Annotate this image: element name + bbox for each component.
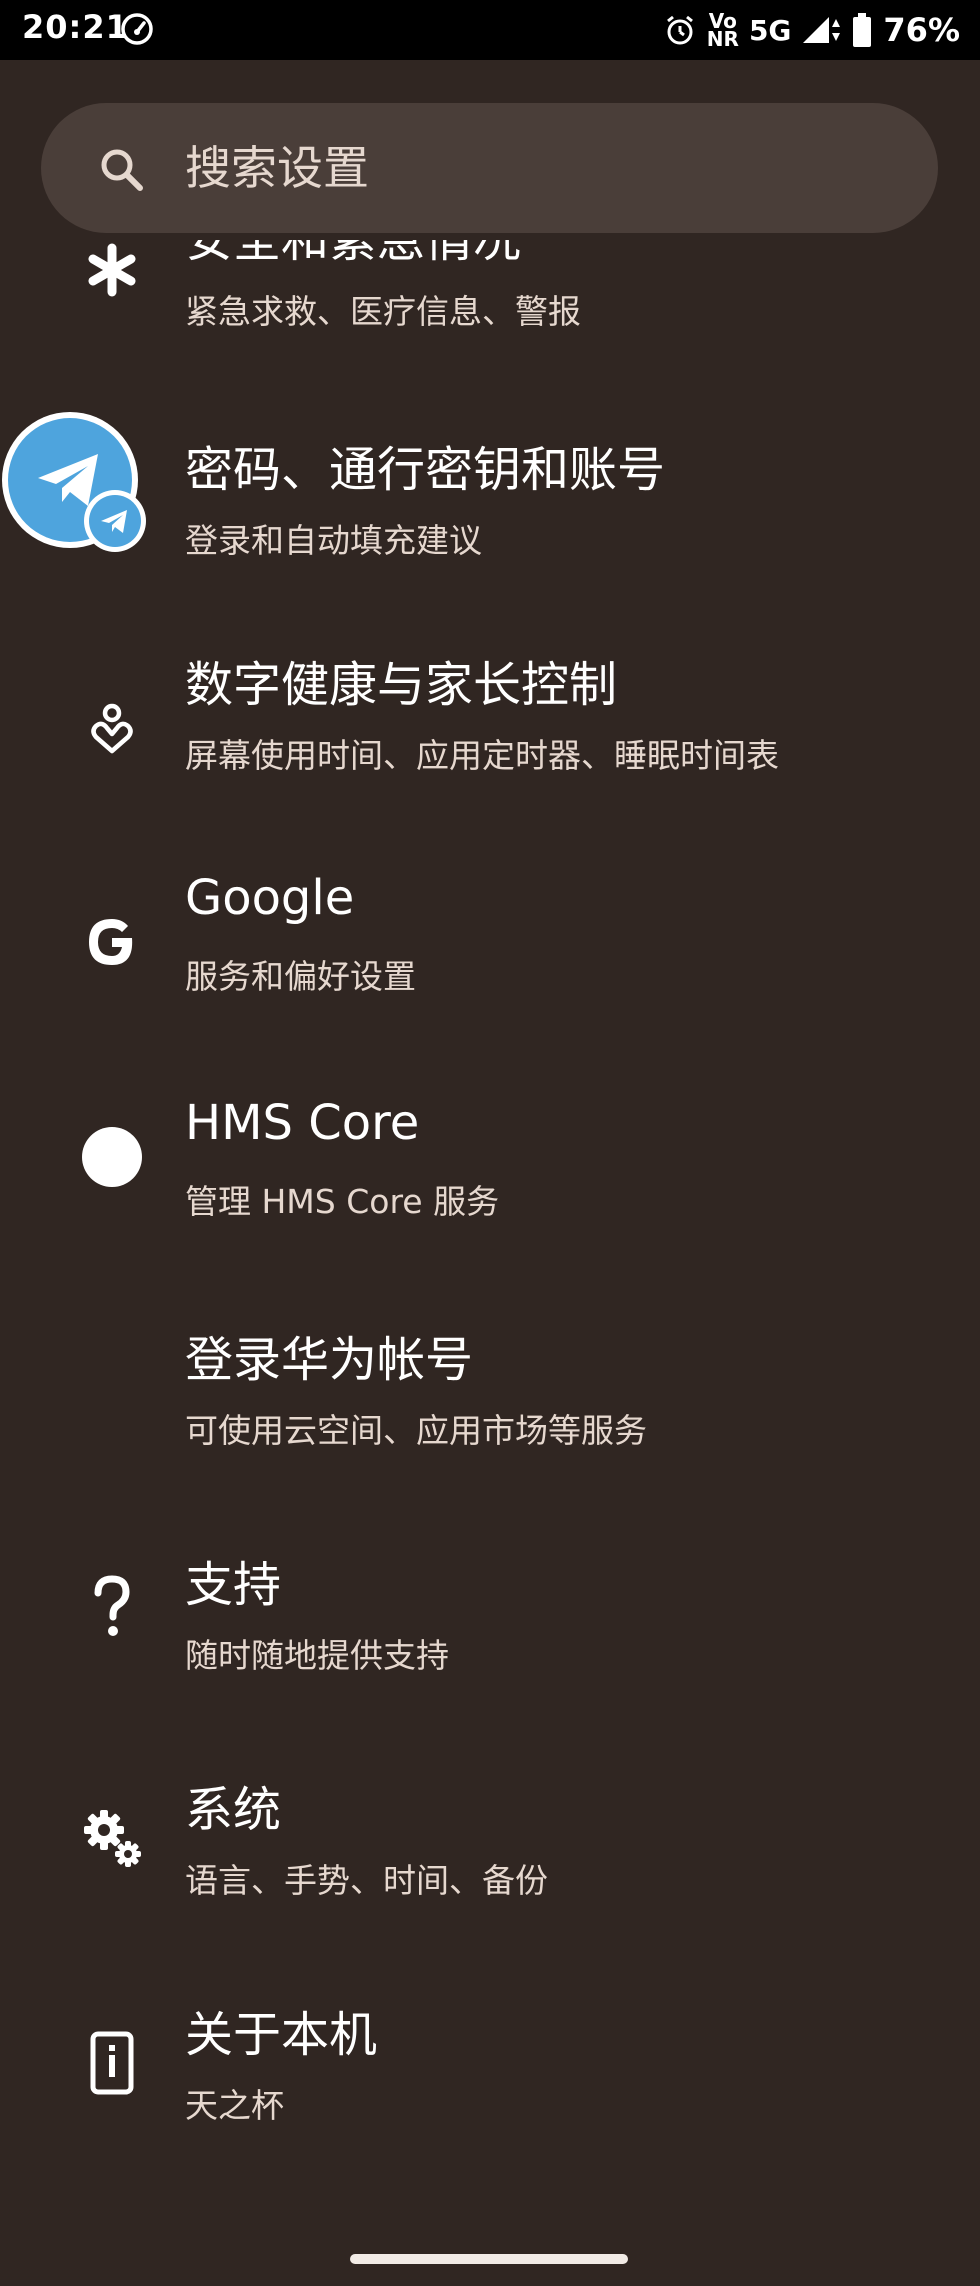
settings-item-subtitle: 管理 HMS Core 服务 xyxy=(185,1182,500,1221)
settings-item-about-phone[interactable]: 关于本机 天之杯 xyxy=(0,1995,980,2195)
battery-icon xyxy=(853,13,872,47)
settings-item-google[interactable]: Google 服务和偏好设置 xyxy=(0,870,980,1070)
telegram-chat-bubble[interactable] xyxy=(2,412,146,552)
settings-item-title: 安全和紧急情况 xyxy=(185,240,522,268)
settings-item-huawei-account[interactable]: 登录华为帐号 可使用云空间、应用市场等服务 xyxy=(0,1320,980,1520)
settings-item-title: 数字健康与家长控制 xyxy=(185,657,618,713)
status-bar: 20:21 Vo NR 5G 76% xyxy=(0,0,980,60)
status-time: 20:21 xyxy=(22,8,129,46)
speedometer-icon xyxy=(121,13,153,45)
wellbeing-icon xyxy=(76,693,148,765)
settings-item-subtitle: 紧急求救、医疗信息、警报 xyxy=(185,292,581,331)
settings-item-subtitle: 登录和自动填充建议 xyxy=(185,521,482,560)
settings-item-title: 关于本机 xyxy=(185,2007,378,2063)
settings-list[interactable]: 安全和紧急情况 紧急求救、医疗信息、警报 密码、通行密钥和账号 登录和自动填充建… xyxy=(0,240,980,2230)
search-bar[interactable] xyxy=(41,103,938,233)
settings-item-title: Google xyxy=(185,870,355,926)
settings-item-subtitle: 服务和偏好设置 xyxy=(185,957,416,996)
gears-icon xyxy=(76,1802,148,1874)
google-icon xyxy=(76,906,148,978)
settings-item-safety[interactable]: 安全和紧急情况 紧急求救、医疗信息、警报 xyxy=(0,240,980,400)
settings-item-title: 密码、通行密钥和账号 xyxy=(185,442,666,498)
settings-item-title: 支持 xyxy=(185,1557,282,1613)
signal-icon xyxy=(803,17,841,43)
alarm-icon xyxy=(666,15,693,45)
settings-item-digital-wellbeing[interactable]: 数字健康与家长控制 屏幕使用时间、应用定时器、睡眠时间表 xyxy=(0,645,980,845)
phone-info-icon xyxy=(76,2027,148,2099)
settings-item-title: 登录华为帐号 xyxy=(185,1332,474,1388)
battery-percent: 76% xyxy=(883,11,960,49)
settings-item-title: 系统 xyxy=(185,1782,282,1838)
settings-item-support[interactable]: 支持 随时随地提供支持 xyxy=(0,1545,980,1745)
search-input[interactable] xyxy=(185,133,885,203)
volte-nr-indicator: Vo NR xyxy=(706,9,739,51)
settings-item-subtitle: 随时随地提供支持 xyxy=(185,1636,449,1675)
telegram-badge-icon xyxy=(101,510,127,533)
settings-item-hms-core[interactable]: HMS Core 管理 HMS Core 服务 xyxy=(0,1095,980,1295)
settings-item-subtitle: 可使用云空间、应用市场等服务 xyxy=(185,1411,647,1450)
settings-item-system[interactable]: 系统 语言、手势、时间、备份 xyxy=(0,1770,980,1970)
settings-item-title: HMS Core xyxy=(185,1095,420,1151)
help-icon xyxy=(76,1571,148,1643)
settings-item-passwords-accounts[interactable]: 密码、通行密钥和账号 登录和自动填充建议 xyxy=(0,420,980,620)
gesture-nav-handle[interactable] xyxy=(350,2254,628,2264)
settings-item-subtitle: 屏幕使用时间、应用定时器、睡眠时间表 xyxy=(185,736,779,775)
settings-item-subtitle: 天之杯 xyxy=(185,2086,284,2125)
network-type: 5G xyxy=(748,13,792,47)
status-icons: Vo NR 5G 76% xyxy=(663,0,960,60)
settings-item-subtitle: 语言、手势、时间、备份 xyxy=(185,1861,548,1900)
hms-core-icon xyxy=(76,1121,148,1193)
asterisk-icon xyxy=(76,240,148,306)
search-icon xyxy=(101,149,143,191)
